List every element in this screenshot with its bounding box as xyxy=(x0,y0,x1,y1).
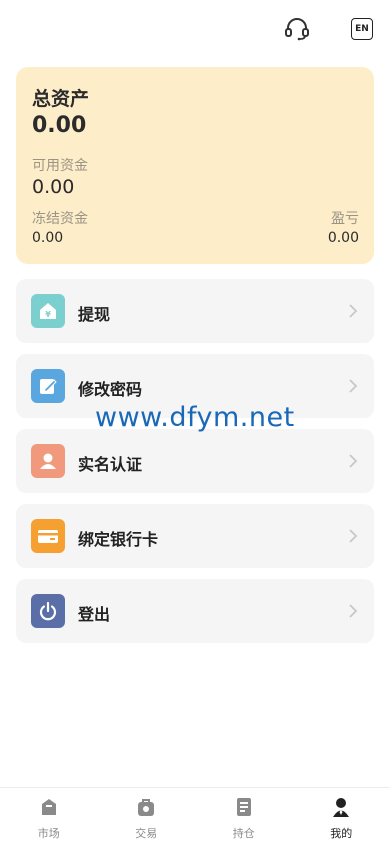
power-icon xyxy=(31,594,65,628)
profit-loss-value: 0.00 xyxy=(327,230,359,246)
user-verify-icon xyxy=(31,444,65,478)
asset-summary-card: 总资产 0.00 可用资金 0.00 冻结资金 0.00 盈亏 0.00 xyxy=(16,67,374,264)
tab-trade[interactable]: 交易 xyxy=(98,788,196,844)
tab-label: 交易 xyxy=(135,827,158,840)
withdraw-icon: ¥ xyxy=(31,294,65,328)
menu-item-label: 登出 xyxy=(78,605,111,624)
chevron-right-icon xyxy=(349,529,358,543)
tab-label: 我的 xyxy=(330,827,353,840)
profile-icon xyxy=(333,798,350,817)
chevron-right-icon xyxy=(349,304,358,318)
menu-item-logout[interactable]: 登出 xyxy=(16,579,374,643)
market-icon xyxy=(41,799,56,815)
chevron-right-icon xyxy=(349,454,358,468)
total-assets-value: 0.00 xyxy=(32,113,87,138)
available-funds-label: 可用资金 xyxy=(32,158,88,174)
edit-password-icon xyxy=(31,369,65,403)
menu-item-label: 绑定银行卡 xyxy=(78,530,159,549)
frozen-funds-value: 0.00 xyxy=(32,230,64,246)
menu-item-label: 提现 xyxy=(78,305,111,324)
menu-item-label: 实名认证 xyxy=(78,455,143,474)
menu-item-bind-bank-card[interactable]: 绑定银行卡 xyxy=(16,504,374,568)
chevron-right-icon xyxy=(349,379,358,393)
positions-icon xyxy=(236,798,251,816)
bank-card-icon xyxy=(31,519,65,553)
top-bar: EN xyxy=(0,0,390,60)
profit-loss-label: 盈亏 xyxy=(331,211,359,227)
available-funds-value: 0.00 xyxy=(32,176,75,198)
menu-item-label: 修改密码 xyxy=(78,380,143,399)
frozen-funds-label: 冻结资金 xyxy=(32,211,88,227)
trade-icon xyxy=(138,799,155,816)
tab-positions[interactable]: 持仓 xyxy=(195,788,293,844)
svg-text:¥: ¥ xyxy=(45,310,51,319)
headset-icon[interactable] xyxy=(284,16,310,42)
bottom-tab-bar: 市场 交易 持仓 我的 xyxy=(0,787,390,844)
total-assets-title: 总资产 xyxy=(32,88,90,110)
chevron-right-icon xyxy=(349,604,358,618)
menu-item-real-name-verification[interactable]: 实名认证 xyxy=(16,429,374,493)
watermark-text: www.dfym.net xyxy=(95,402,295,433)
language-toggle-button[interactable]: EN xyxy=(351,18,373,40)
menu-item-withdraw[interactable]: ¥ 提现 xyxy=(16,279,374,343)
tab-label: 持仓 xyxy=(232,827,255,840)
tab-label: 市场 xyxy=(37,827,60,840)
tab-market[interactable]: 市场 xyxy=(0,788,98,844)
tab-profile[interactable]: 我的 xyxy=(293,788,390,844)
